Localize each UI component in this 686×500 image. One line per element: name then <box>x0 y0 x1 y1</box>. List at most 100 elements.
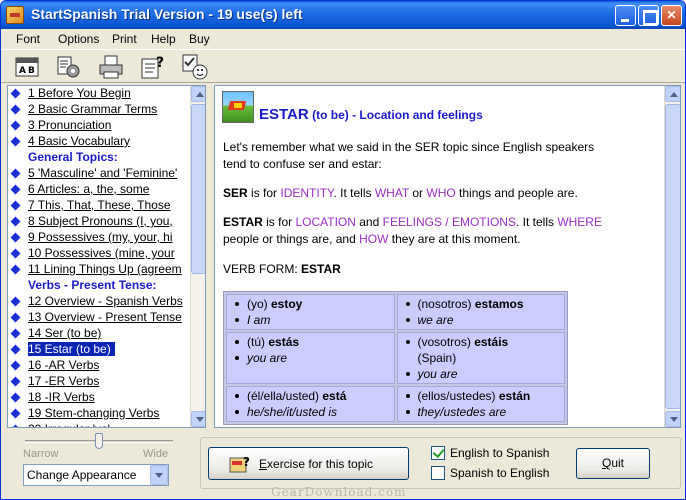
topic-label: 15 Estar (to be) <box>28 342 115 356</box>
topic-list-item[interactable]: 6 Articles: a, the, some <box>8 182 190 198</box>
scroll-thumb[interactable] <box>191 104 205 274</box>
exercise-icon: ? <box>229 455 250 473</box>
diamond-bullet-icon <box>10 88 21 99</box>
window-title: StartSpanish Trial Version - 19 use(s) l… <box>31 6 303 22</box>
topic-list-item[interactable]: 12 Overview - Spanish Verbs <box>8 294 190 310</box>
diamond-bullet-icon <box>10 344 21 355</box>
topic-list-item[interactable]: 9 Possessives (my, your, hi <box>8 230 190 246</box>
topic-list-scrollbar[interactable] <box>190 86 205 427</box>
spanish-to-english-checkbox[interactable] <box>431 466 445 480</box>
topic-list-item[interactable]: 14 Ser (to be) <box>8 326 190 342</box>
lesson-scrollbar[interactable] <box>664 86 680 427</box>
conjugation-cell: (ellos/ustedes) están they/ustedes are <box>396 386 565 422</box>
diamond-bullet-icon <box>10 424 21 427</box>
topic-list-item[interactable]: 7 This, That, These, Those <box>8 198 190 214</box>
conjugation-table: (yo) estoy I am (nosotros) estamos we are (t… <box>223 291 568 425</box>
spanish-to-english-label[interactable]: Spanish to English <box>450 466 549 480</box>
conjugated-form: (él/ella/usted) está <box>233 388 390 404</box>
svg-text:?: ? <box>243 455 250 469</box>
conjugation-row: (él/ella/usted) está he/she/it/usted is (e… <box>226 386 565 422</box>
scroll-down-button[interactable] <box>191 411 205 427</box>
quit-button[interactable]: Quit <box>576 448 650 479</box>
topic-list-item[interactable]: 11 Lining Things Up (agreem <box>8 262 190 278</box>
appearance-dropdown[interactable]: Change Appearance <box>23 464 169 486</box>
scroll-thumb[interactable] <box>665 104 680 409</box>
diamond-bullet-icon <box>10 264 21 275</box>
topic-list-item[interactable]: 16 -AR Verbs <box>8 358 190 374</box>
topic-label: 9 Possessives (my, your, hi <box>28 230 173 244</box>
diamond-bullet-icon <box>10 248 21 259</box>
topic-label: 17 -ER Verbs <box>28 374 100 388</box>
dictionary-icon[interactable]: AB <box>13 53 41 81</box>
topic-list-item[interactable]: 5 'Masculine' and 'Feminine' <box>8 166 190 182</box>
width-slider-thumb[interactable] <box>95 433 103 449</box>
diamond-bullet-icon <box>10 296 21 307</box>
diamond-bullet-icon <box>10 184 21 195</box>
exercise-button[interactable]: ? Exercise for this topic <box>208 447 409 480</box>
topic-label: 5 'Masculine' and 'Feminine' <box>28 166 178 180</box>
topic-label: 20 Irregular 'yo' <box>28 422 110 427</box>
diamond-bullet-icon <box>10 232 21 243</box>
topic-list-item[interactable]: 15 Estar (to be) <box>8 342 190 358</box>
scroll-up-button[interactable] <box>191 86 205 102</box>
ser-paragraph: SER is for IDENTITY. It tells WHAT or WH… <box>223 186 578 200</box>
english-translation: we are <box>404 312 561 328</box>
topic-list-item[interactable]: 19 Stem-changing Verbs <box>8 406 190 422</box>
verb-form-heading: VERB FORM: ESTAR <box>223 262 341 276</box>
topic-list-item[interactable]: 18 -IR Verbs <box>8 390 190 406</box>
menu-print[interactable]: Print <box>112 32 137 46</box>
topic-label: 3 Pronunciation <box>28 118 112 132</box>
scroll-up-button[interactable] <box>665 86 680 102</box>
estar-paragraph: ESTAR is for LOCATION and FEELINGS / EMO… <box>223 215 602 246</box>
appearance-dropdown-value: Change Appearance <box>27 468 137 482</box>
english-translation: they/ustedes are <box>404 404 561 420</box>
topic-list-item[interactable]: 20 Irregular 'yo' <box>8 422 190 427</box>
minimize-button[interactable] <box>615 5 636 26</box>
slider-max-label: Wide <box>143 448 169 460</box>
conjugation-row: (yo) estoy I am (nosotros) estamos we are <box>226 294 565 330</box>
menu-options[interactable]: Options <box>58 32 99 46</box>
svg-text:A: A <box>19 66 26 76</box>
topic-list: 1 Before You Begin 2 Basic Grammar Terms 3… <box>8 86 190 427</box>
english-to-spanish-checkbox[interactable] <box>431 446 445 460</box>
lesson-title: ESTAR (to be) - Location and feelings <box>259 106 483 123</box>
topic-label: 18 -IR Verbs <box>28 390 95 404</box>
topic-list-item[interactable]: 4 Basic Vocabulary <box>8 134 190 150</box>
close-button[interactable]: ✕ <box>661 5 682 26</box>
maximize-button[interactable] <box>638 5 659 26</box>
menu-help[interactable]: Help <box>151 32 176 46</box>
english-translation: you are <box>233 350 390 366</box>
topic-list-item[interactable]: 13 Overview - Present Tense <box>8 310 190 326</box>
title-bar[interactable]: StartSpanish Trial Version - 19 use(s) l… <box>1 1 685 29</box>
topic-list-item[interactable]: 17 -ER Verbs <box>8 374 190 390</box>
menu-buy[interactable]: Buy <box>189 32 210 46</box>
quiz-icon[interactable]: ? <box>139 53 167 81</box>
menu-font[interactable]: Font <box>16 32 40 46</box>
english-to-spanish-label[interactable]: English to Spanish <box>450 446 549 460</box>
topic-label: 10 Possessives (mine, your <box>28 246 175 260</box>
conjugated-form: (ellos/ustedes) están <box>404 388 561 404</box>
print-icon[interactable] <box>97 53 125 81</box>
menu-bar: Font Options Print Help Buy <box>1 29 685 49</box>
english-translation: you are <box>404 366 561 382</box>
conjugated-form: (nosotros) estamos <box>404 296 561 312</box>
topic-list-item[interactable]: 8 Subject Pronouns (I, you, <box>8 214 190 230</box>
topic-list-item[interactable]: 2 Basic Grammar Terms <box>8 102 190 118</box>
scroll-down-button[interactable] <box>665 411 680 427</box>
lesson-settings-icon[interactable] <box>54 53 82 81</box>
conjugation-cell: (vosotros) estáis (Spain) you are <box>396 332 565 384</box>
app-window: StartSpanish Trial Version - 19 use(s) l… <box>0 0 686 500</box>
topic-label: 6 Articles: a, the, some <box>28 182 150 196</box>
topic-list-item[interactable]: 1 Before You Begin <box>8 86 190 102</box>
watermark: GearDownload.com <box>271 485 407 499</box>
diamond-bullet-icon <box>10 392 21 403</box>
diamond-bullet-icon <box>10 120 21 131</box>
exercise-button-label: Exercise for this topic <box>259 457 374 471</box>
topic-list-item[interactable]: 10 Possessives (mine, your <box>8 246 190 262</box>
conjugation-cell: (yo) estoy I am <box>226 294 395 330</box>
progress-smiley-icon[interactable] <box>181 53 209 81</box>
diamond-bullet-icon <box>10 136 21 147</box>
conjugation-row: (tú) estás you are (vosotros) estáis (Spain… <box>226 332 565 384</box>
topic-list-item[interactable]: 3 Pronunciation <box>8 118 190 134</box>
chevron-down-icon[interactable] <box>150 465 168 485</box>
